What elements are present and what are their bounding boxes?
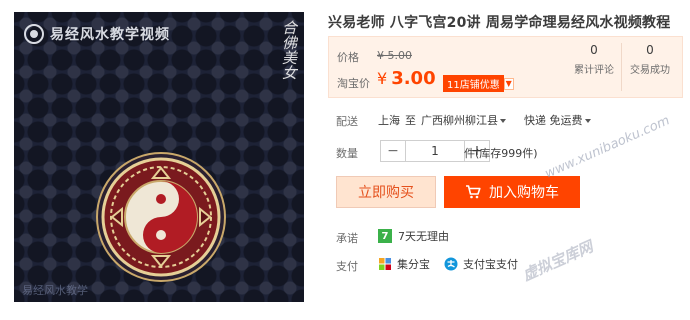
shipping-destination-select[interactable]: 广西柳州柳江县 (421, 112, 506, 128)
shipping-destination[interactable]: 广西柳州柳江县 (421, 114, 498, 127)
seven-day-icon: 7 (378, 229, 392, 243)
taobao-price: ¥ 3.00 (377, 68, 436, 89)
alipay-icon (444, 257, 458, 271)
stock-text: 件(库存999件) (464, 147, 538, 160)
buy-now-button[interactable]: 立即购买 (336, 176, 436, 208)
payment-jifenbao: 集分宝 (378, 256, 430, 272)
shipping-to-word: 至 (405, 114, 416, 127)
reviews-label: 累计评论 (574, 65, 614, 76)
shipping-row: 上海 至 广西柳州柳江县 快递 免运费 (378, 112, 591, 128)
discount-dropdown[interactable]: 11店铺优惠 ▼ (443, 75, 514, 92)
promise-label: 承诺 (336, 232, 358, 245)
product-image[interactable]: 易经风水教学视频 合佛美女 易经风水教学 (14, 12, 304, 302)
shipping-method[interactable]: 快递 免运费 (524, 114, 583, 127)
shipping-from: 上海 (378, 114, 400, 127)
payment-alipay: 支付宝支付 (444, 256, 518, 272)
quantity-input[interactable]: 1 (406, 140, 464, 162)
payment-method-label: 支付宝支付 (463, 258, 518, 271)
quantity-label: 数量 (336, 147, 358, 160)
watermark-text: 易经风水教学视频 (50, 27, 170, 43)
add-to-cart-button[interactable]: 加入购物车 (444, 176, 580, 208)
sales-label: 交易成功 (630, 65, 670, 76)
promise-row[interactable]: 7 7天无理由 (378, 228, 449, 244)
reviews-stat[interactable]: 0 累计评论 (567, 43, 622, 91)
cart-icon (466, 185, 481, 199)
calligraphy-text: 合佛美女 (280, 20, 298, 80)
payment-method-label: 集分宝 (397, 258, 430, 271)
payment-label: 支付 (336, 260, 358, 273)
image-bottom-text: 易经风水教学 (22, 284, 88, 297)
image-watermark: 易经风水教学视频 (24, 24, 170, 44)
caret-down-icon[interactable] (584, 119, 591, 123)
sales-stat: 0 交易成功 (623, 43, 677, 76)
payment-methods: 集分宝 支付宝支付 (378, 256, 518, 272)
shipping-label: 配送 (336, 115, 358, 128)
video-logo-icon (24, 24, 44, 44)
caret-down-icon[interactable] (500, 119, 506, 123)
sales-count: 0 (646, 43, 654, 57)
site-name-watermark: 虚拟宝库网 (519, 237, 596, 285)
yin-yang-seal-icon (96, 152, 226, 282)
reviews-count: 0 (590, 43, 598, 57)
shipping-method-select[interactable]: 快递 免运费 (524, 112, 591, 128)
price-panel: 价格 ¥ 5.00 淘宝价 ¥ 3.00 11店铺优惠 ▼ 0 累计评论 0 交… (328, 36, 683, 98)
chevron-down-icon[interactable]: ▼ (503, 77, 514, 90)
promise-text[interactable]: 7天无理由 (398, 228, 449, 244)
taobao-price-value: 3.00 (391, 68, 436, 89)
original-price-label: 价格 (337, 51, 359, 64)
taobao-price-label: 淘宝价 (337, 77, 370, 90)
original-price: ¥ 5.00 (377, 49, 412, 62)
quantity-minus-button[interactable]: − (380, 140, 406, 162)
discount-tag[interactable]: 11店铺优惠 (443, 75, 504, 92)
currency-symbol: ¥ (377, 69, 388, 88)
product-title: 兴易老师 八字飞宫20讲 周易学命理易经风水视频教程 (328, 15, 671, 31)
add-to-cart-label: 加入购物车 (489, 185, 559, 201)
jifenbao-icon (379, 258, 391, 270)
